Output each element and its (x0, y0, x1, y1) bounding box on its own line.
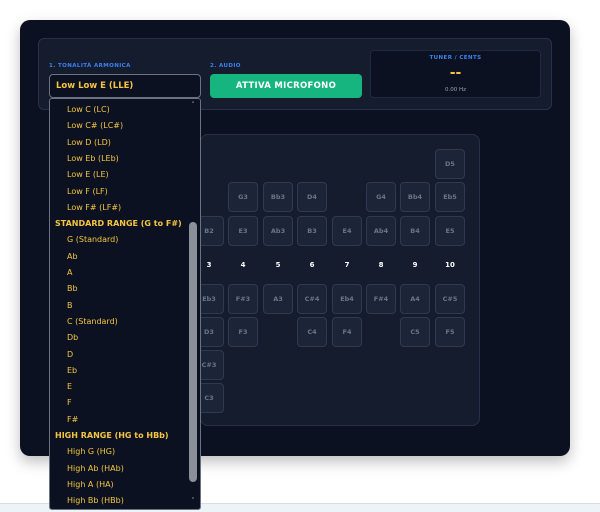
audio-label: 2. AUDIO (210, 63, 241, 69)
note-key[interactable]: A4 (400, 284, 430, 314)
dropdown-option[interactable]: Bb (50, 281, 184, 297)
note-key[interactable]: D4 (297, 182, 327, 212)
tonality-select[interactable]: Low Low E (LLE) (49, 74, 201, 98)
note-key[interactable]: B3 (297, 216, 327, 246)
note-key[interactable]: C#5 (435, 284, 465, 314)
tuner-display: TUNER / CENTS -- 0.00 Hz (370, 50, 541, 98)
tonality-dropdown-list: Low C (LC) Low C# (LC#) Low D (LD) Low Eb (… (49, 98, 201, 510)
dropdown-option[interactable]: A (50, 265, 184, 281)
dropdown-option[interactable]: High A (HA) (50, 477, 184, 493)
dropdown-option[interactable]: Low C (LC) (50, 102, 184, 118)
note-key[interactable]: F#3 (228, 284, 258, 314)
tuner-frequency: 0.00 Hz (444, 87, 467, 93)
note-key[interactable]: E4 (332, 216, 362, 246)
hole-number: 4 (240, 261, 246, 269)
dropdown-option[interactable]: Eb (50, 363, 184, 379)
dropdown-option[interactable]: C (Standard) (50, 314, 184, 330)
dropdown-option[interactable]: G (Standard) (50, 232, 184, 248)
note-key[interactable]: A3 (263, 284, 293, 314)
dropdown-group-header: STANDARD RANGE (G to F#) (55, 219, 182, 229)
dropdown-option[interactable]: Low E (LE) (50, 167, 184, 183)
note-key[interactable]: C4 (297, 317, 327, 347)
dropdown-option[interactable]: E (50, 379, 184, 395)
note-key[interactable]: F5 (435, 317, 465, 347)
note-key[interactable]: Bb3 (263, 182, 293, 212)
note-key[interactable]: E5 (435, 216, 465, 246)
note-key[interactable]: Eb4 (332, 284, 362, 314)
scroll-down-arrow-icon[interactable]: ˅ (187, 496, 199, 506)
note-key[interactable]: B4 (400, 216, 430, 246)
note-key[interactable]: G4 (366, 182, 396, 212)
dropdown-option[interactable]: Low F (LF) (50, 184, 184, 200)
note-key[interactable]: C5 (400, 317, 430, 347)
tuner-cents-value: -- (449, 65, 462, 81)
dropdown-option[interactable]: Ab (50, 249, 184, 265)
dropdown-option[interactable]: Low Eb (LEb) (50, 151, 184, 167)
hole-number: 9 (412, 261, 418, 269)
note-key[interactable]: Ab3 (263, 216, 293, 246)
dropdown-option[interactable]: High G (HG) (50, 444, 184, 460)
hole-number: 6 (309, 261, 315, 269)
hole-number: 10 (445, 261, 455, 269)
dropdown-option[interactable]: High Bb (HBb) (50, 493, 184, 509)
note-key[interactable]: F#4 (366, 284, 396, 314)
hole-number: 5 (275, 261, 281, 269)
note-key[interactable]: C#4 (297, 284, 327, 314)
note-key[interactable]: G3 (228, 182, 258, 212)
dropdown-option[interactable]: B (50, 298, 184, 314)
note-key[interactable]: E3 (228, 216, 258, 246)
note-key[interactable]: D5 (435, 149, 465, 179)
dropdown-option[interactable]: D (50, 347, 184, 363)
note-key[interactable]: Eb5 (435, 182, 465, 212)
scroll-up-arrow-icon[interactable]: ˄ (187, 100, 199, 110)
note-key[interactable]: F4 (332, 317, 362, 347)
dropdown-option[interactable]: F (50, 395, 184, 411)
dropdown-scroll-thumb[interactable] (189, 222, 197, 482)
dropdown-option[interactable]: High Ab (HAb) (50, 461, 184, 477)
dropdown-option[interactable]: Low C# (LC#) (50, 118, 184, 134)
activate-microphone-button[interactable]: ATTIVA MICROFONO (210, 74, 362, 98)
tuner-label: TUNER / CENTS (429, 55, 482, 61)
tonality-label: 1. TONALITÀ ARMONICA (49, 63, 131, 69)
note-key[interactable]: Ab4 (366, 216, 396, 246)
dropdown-option[interactable]: F# (50, 412, 184, 428)
dropdown-option[interactable]: Low F# (LF#) (50, 200, 184, 216)
hole-number: 7 (344, 261, 350, 269)
dropdown-option[interactable]: Low D (LD) (50, 135, 184, 151)
dropdown-option[interactable]: Db (50, 330, 184, 346)
hole-number: 8 (378, 261, 384, 269)
note-key[interactable]: Bb4 (400, 182, 430, 212)
dropdown-group-header: HIGH RANGE (HG to HBb) (55, 431, 169, 440)
note-key[interactable]: F3 (228, 317, 258, 347)
